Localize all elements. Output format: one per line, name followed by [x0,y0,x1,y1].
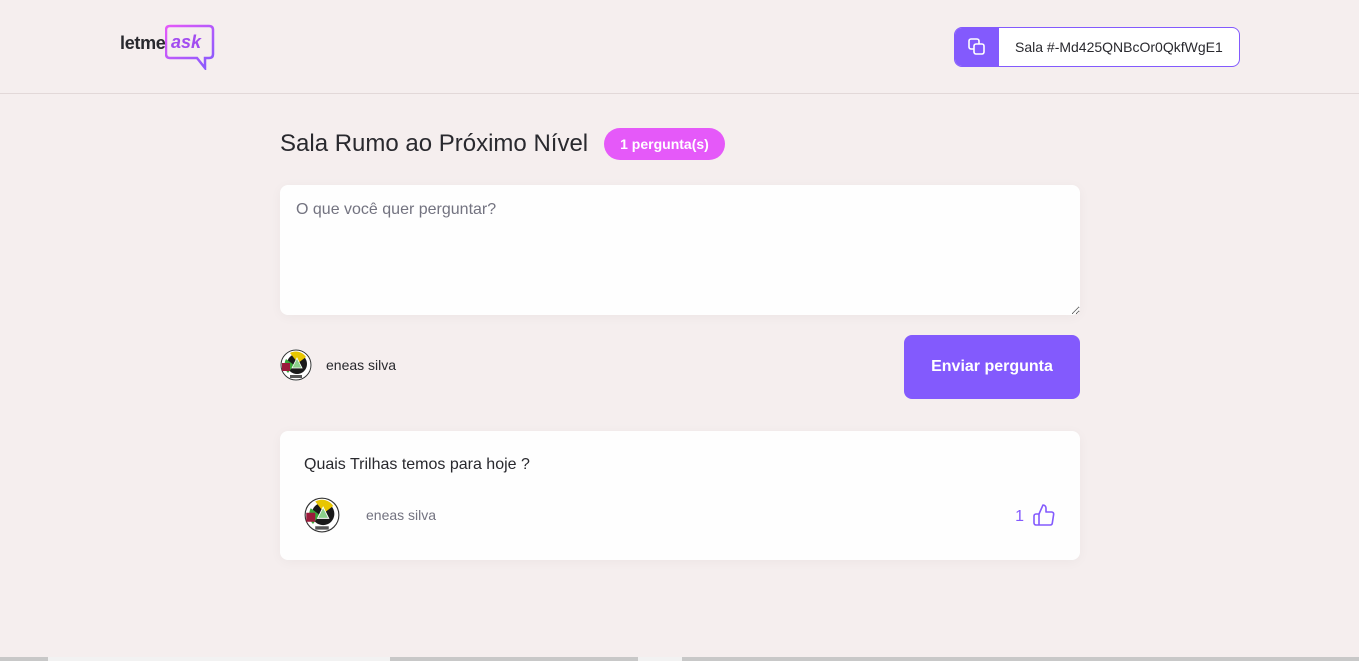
room-title: Sala Rumo ao Próximo Nível [280,130,589,157]
question-text: Quais Trilhas temos para hoje ? [304,456,530,473]
send-question-button[interactable]: Enviar pergunta [904,335,1080,399]
question-author-name: eneas silva [366,507,437,523]
question-author: eneas silva [304,497,436,533]
avatar [304,497,340,533]
current-user-info: eneas silva [280,349,396,381]
room-code-text: Sala #-Md425QNBcOr0QkfWgE1 [1015,39,1223,55]
thumbs-up-icon [1033,504,1055,526]
question-input[interactable] [280,185,1080,315]
user-name: eneas silva [326,357,397,373]
room-code-copy-button[interactable]: Sala #-Md425QNBcOr0QkfWgE1 [954,27,1240,67]
like-button[interactable]: 1 [1015,503,1056,527]
logo-text-letme: letme [120,33,166,53]
page-header: letme ask Sala #-Md425QNBcOr0QkfWgE1 [0,0,1359,94]
question-count-badge: 1 pergunta(s) [604,128,725,160]
like-count: 1 [1015,508,1024,525]
avatar [280,349,312,381]
taskbar-segment [638,657,682,661]
question-card: Quais Trilhas temos para hoje ? eneas si… [280,431,1080,560]
copy-icon[interactable] [955,28,999,66]
logo-text-ask: ask [171,32,202,52]
letmeask-logo[interactable]: letme ask [118,22,218,70]
question-form-footer: eneas silva Enviar pergunta [280,335,1080,399]
room-title-row: Sala Rumo ao Próximo Nível 1 pergunta(s) [280,128,725,160]
taskbar-strip [0,657,1359,661]
taskbar-segment [48,657,390,661]
